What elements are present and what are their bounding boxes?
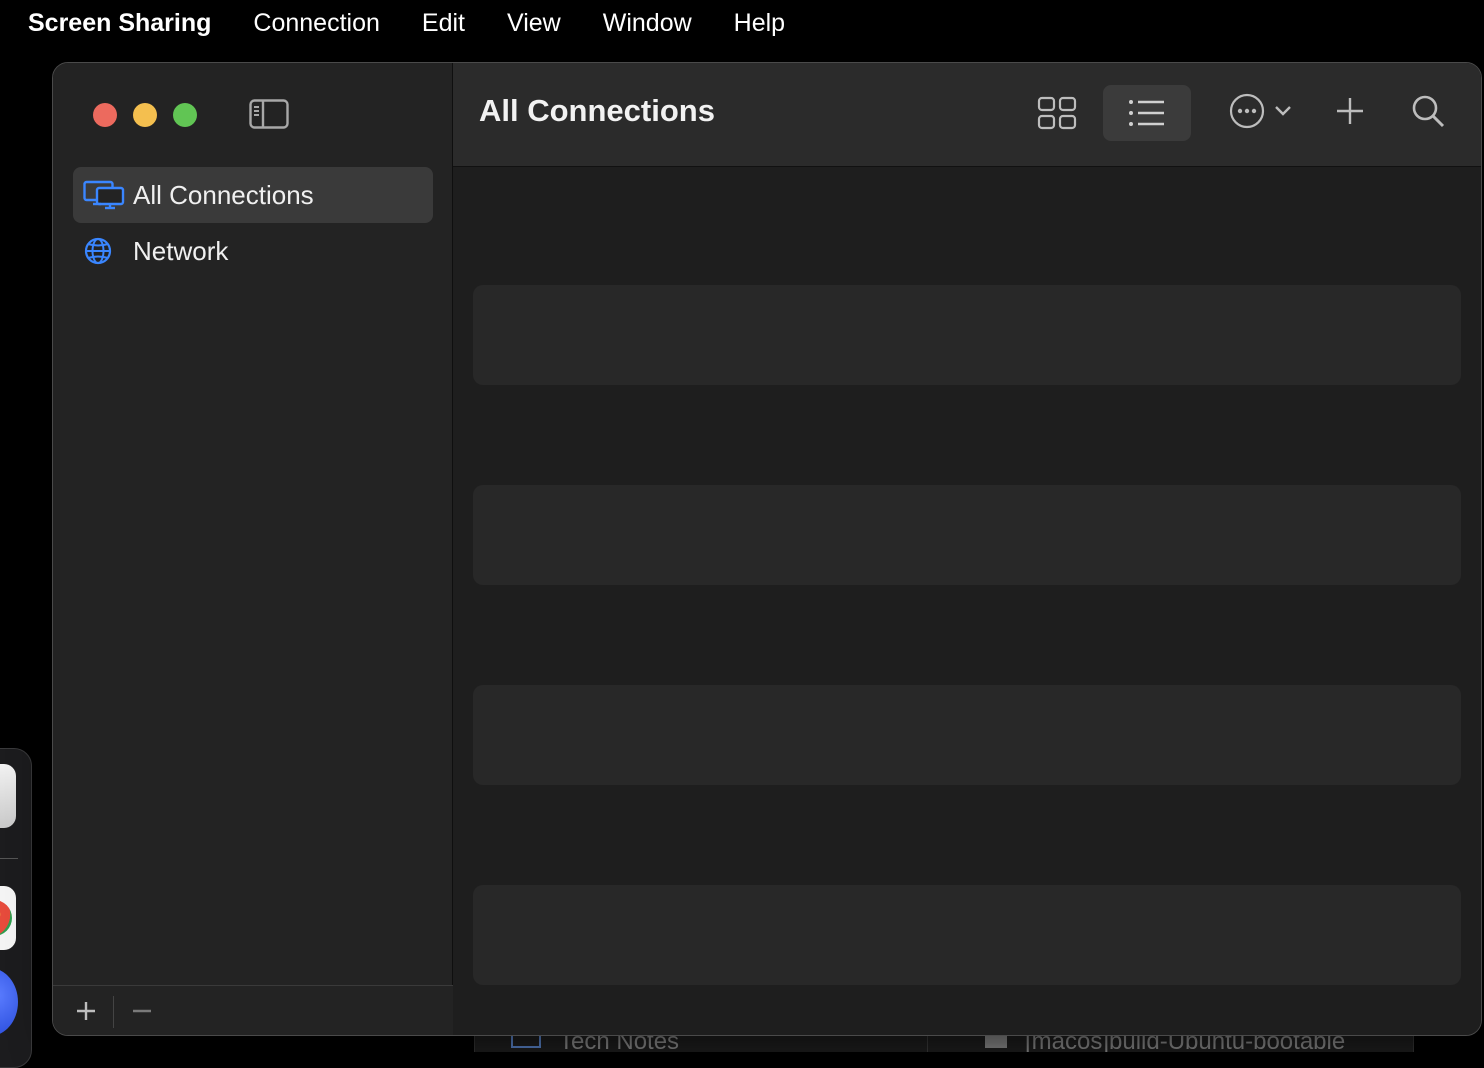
background-divider <box>927 1034 928 1052</box>
sidebar-item-label: All Connections <box>133 179 314 210</box>
main-content: All Connections <box>453 63 1481 1035</box>
add-connection-button[interactable] <box>1327 85 1373 141</box>
close-button[interactable] <box>93 103 117 127</box>
sidebar-toggle-icon[interactable] <box>249 99 289 129</box>
plus-icon <box>1334 95 1366 132</box>
plus-icon[interactable] <box>71 996 101 1026</box>
toolbar: All Connections <box>453 63 1481 167</box>
connections-list <box>473 285 1463 1035</box>
footer-separator <box>113 996 114 1028</box>
more-actions-button[interactable] <box>1217 85 1303 141</box>
screen-sharing-window: All Connections Network All Connections <box>52 62 1482 1036</box>
grid-view-icon[interactable] <box>1029 85 1085 141</box>
menu-bar: Screen Sharing Connection Edit View Wind… <box>0 0 1484 46</box>
background-window-right-text: [macos]build-Ubuntu-bootable <box>1025 1034 1346 1052</box>
sidebar-list: All Connections Network <box>73 167 433 279</box>
folder-icon <box>511 1036 541 1048</box>
menu-connection[interactable]: Connection <box>253 0 379 46</box>
list-view-icon[interactable] <box>1103 85 1191 141</box>
menu-help[interactable]: Help <box>734 0 785 46</box>
sidebar: All Connections Network <box>53 63 453 1035</box>
menu-app-name[interactable]: Screen Sharing <box>28 0 211 46</box>
dock-app-icon[interactable] <box>0 764 16 828</box>
menu-view[interactable]: View <box>507 0 561 46</box>
document-icon <box>985 1036 1007 1048</box>
list-item[interactable] <box>473 885 1461 985</box>
list-item[interactable] <box>473 485 1461 585</box>
list-item[interactable] <box>473 285 1461 385</box>
page-title: All Connections <box>479 93 715 128</box>
sidebar-item-label: Network <box>133 235 229 266</box>
sidebar-item-all-connections[interactable]: All Connections <box>73 167 433 223</box>
ellipsis-circle-icon <box>1228 92 1266 135</box>
menu-window[interactable]: Window <box>603 0 692 46</box>
sidebar-item-network[interactable]: Network <box>73 223 433 279</box>
search-icon <box>1410 93 1446 134</box>
dock-chrome-icon[interactable] <box>0 886 16 950</box>
search-button[interactable] <box>1403 85 1453 141</box>
list-item[interactable] <box>473 685 1461 785</box>
minus-icon[interactable] <box>127 996 157 1026</box>
maximize-button[interactable] <box>173 103 197 127</box>
globe-icon <box>83 235 125 267</box>
background-window-left-text: Tech Notes <box>559 1034 680 1052</box>
chevron-down-icon <box>1274 104 1292 122</box>
sidebar-footer <box>53 985 453 1035</box>
window-controls <box>93 103 213 127</box>
background-window: Tech Notes [macos]build-Ubuntu-bootable <box>474 1034 1414 1052</box>
monitors-icon <box>83 179 125 211</box>
dock-separator <box>0 858 18 859</box>
menu-edit[interactable]: Edit <box>422 0 465 46</box>
minimize-button[interactable] <box>133 103 157 127</box>
